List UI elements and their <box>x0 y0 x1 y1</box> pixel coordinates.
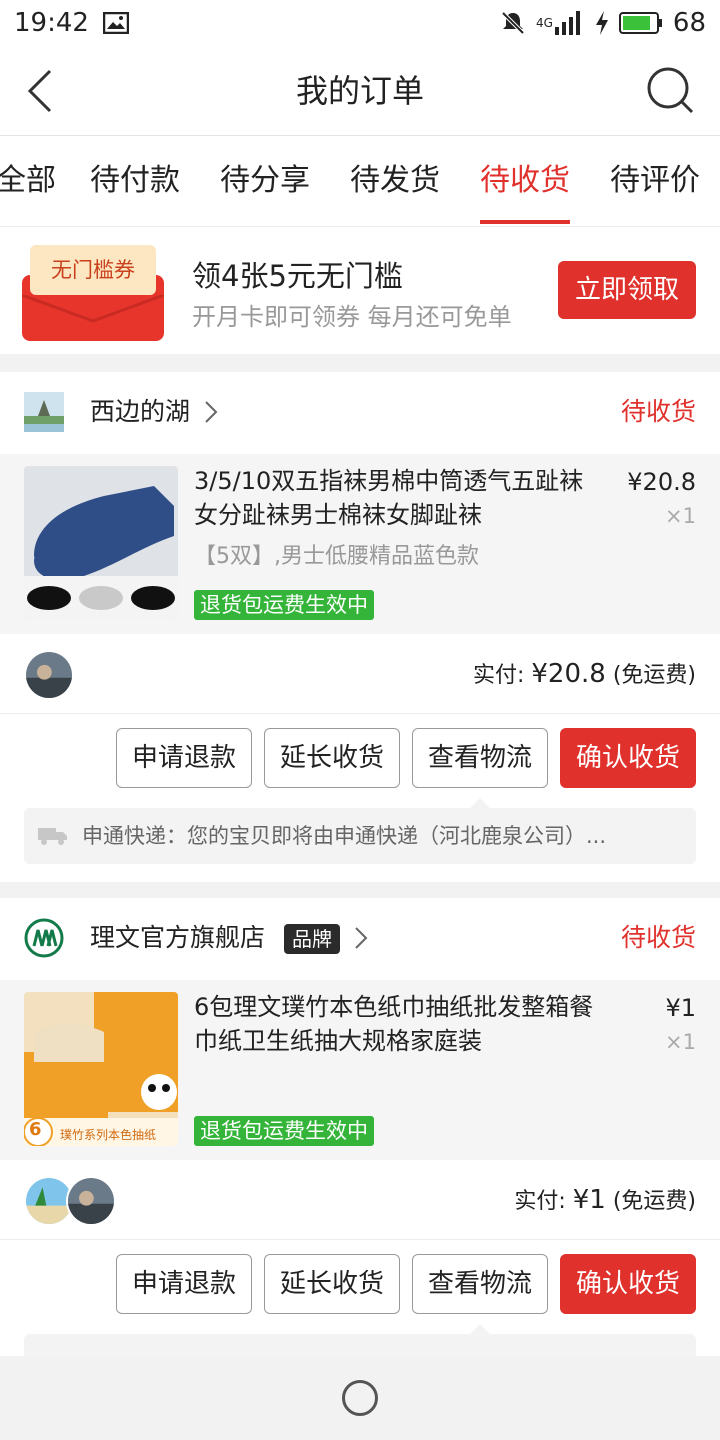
request-refund-button[interactable]: 申请退款 <box>116 1254 252 1314</box>
order-tabs: 全部 待付款 待分享 待发货 待收货 待评价 <box>0 136 720 226</box>
avatar <box>24 650 74 700</box>
paid-amount: 实付: ¥1 (免运费) <box>514 1185 696 1215</box>
coupon-subtitle: 开月卡即可领券 每月还可免单 <box>192 303 512 331</box>
shop-name: 理文官方旗舰店 <box>90 923 266 952</box>
order-actions: 申请退款 延长收货 查看物流 确认收货 <box>0 1240 720 1332</box>
mute-icon <box>501 11 525 35</box>
tab-pending-shipment[interactable]: 待发货 <box>350 136 440 226</box>
shop-row[interactable]: 西边的湖 待收货 <box>0 372 720 452</box>
tab-pending-share[interactable]: 待分享 <box>220 136 310 226</box>
order-item[interactable]: 3/5/10双五指袜男棉中筒透气五趾袜女分趾袜男士棉袜女脚趾袜 【5双】,男士低… <box>0 454 720 634</box>
view-logistics-button[interactable]: 查看物流 <box>412 728 548 788</box>
home-button-icon[interactable] <box>342 1380 378 1416</box>
extend-receipt-button[interactable]: 延长收货 <box>264 1254 400 1314</box>
view-logistics-button[interactable]: 查看物流 <box>412 1254 548 1314</box>
return-shipping-badge: 退货包运费生效中 <box>194 590 374 620</box>
shop-name: 西边的湖 <box>90 397 191 426</box>
shop-logo <box>24 392 64 432</box>
payment-row: 实付: ¥20.8 (免运费) <box>0 634 720 714</box>
product-price: ¥20.8 <box>627 468 696 496</box>
system-nav-bar <box>0 1356 720 1440</box>
thumbnail-count: 6 <box>29 1119 42 1140</box>
coupon-banner: 无门槛券 领4张5元无门槛 开月卡即可领券 每月还可免单 立即领取 <box>0 226 720 354</box>
product-spec: 【5双】,男士低腰精品蓝色款 <box>194 544 479 569</box>
product-title: 3/5/10双五指袜男棉中筒透气五趾袜女分趾袜男士棉袜女脚趾袜 <box>194 467 584 529</box>
truck-icon <box>38 828 67 845</box>
product-price: ¥1 <box>665 994 696 1022</box>
avatar <box>66 1176 116 1226</box>
logistics-text: 申通快递：您的宝贝即将由申通快递（河北鹿泉公司）... <box>82 824 607 848</box>
red-envelope-icon: 无门槛券 <box>22 245 164 341</box>
chevron-right-icon <box>355 927 368 949</box>
search-icon[interactable] <box>646 66 696 116</box>
product-quantity: ×1 <box>665 1030 696 1054</box>
battery-icon <box>618 12 662 34</box>
return-shipping-badge: 退货包运费生效中 <box>194 1116 374 1146</box>
order-status: 待收货 <box>620 397 696 426</box>
claim-coupon-button[interactable]: 立即领取 <box>558 261 696 319</box>
product-title: 6包理文璞竹本色纸巾抽纸批发整箱餐巾纸卫生纸抽大规格家庭装 <box>194 993 594 1055</box>
order-card: 理文官方旗舰店 品牌 待收货 6 璞竹系列本色抽纸 6包理文璞竹本色纸巾抽纸批发… <box>0 898 720 1356</box>
paid-amount: 实付: ¥20.8 (免运费) <box>472 659 696 689</box>
order-status: 待收货 <box>620 923 696 952</box>
confirm-receipt-button[interactable]: 确认收货 <box>560 1254 696 1314</box>
tab-all[interactable]: 全部 <box>0 136 56 226</box>
product-quantity: ×1 <box>665 504 696 528</box>
product-thumbnail: 6 璞竹系列本色抽纸 <box>24 992 178 1146</box>
logistics-info[interactable]: 申通快递：您的宝贝即将由申通快递（河北鹿泉公司）... <box>24 798 696 864</box>
chevron-right-icon <box>205 401 218 423</box>
status-time: 19:42 <box>14 8 89 38</box>
brand-badge: 品牌 <box>284 924 340 954</box>
request-refund-button[interactable]: 申请退款 <box>116 728 252 788</box>
status-bar: 19:42 4G 68 <box>0 0 720 46</box>
shop-logo <box>24 918 64 958</box>
battery-level: 68 <box>672 8 706 38</box>
network-type: 4G <box>535 16 553 30</box>
extend-receipt-button[interactable]: 延长收货 <box>264 728 400 788</box>
payment-row: 实付: ¥1 (免运费) <box>0 1160 720 1240</box>
order-card: 西边的湖 待收货 3/5/10双五指袜男棉中筒透气五趾袜女分趾袜男士棉袜女脚趾袜… <box>0 372 720 882</box>
coupon-headline: 领4张5元无门槛 <box>192 259 403 293</box>
signal-icon <box>554 11 580 35</box>
thumbnail-caption: 璞竹系列本色抽纸 <box>60 1128 157 1142</box>
order-item[interactable]: 6 璞竹系列本色抽纸 6包理文璞竹本色纸巾抽纸批发整箱餐巾纸卫生纸抽大规格家庭装… <box>0 980 720 1160</box>
logistics-info[interactable] <box>24 1324 696 1356</box>
coupon-tag: 无门槛券 <box>30 245 156 295</box>
image-icon <box>102 12 129 34</box>
tab-pending-review[interactable]: 待评价 <box>610 136 700 226</box>
charging-icon <box>595 11 608 35</box>
shop-row[interactable]: 理文官方旗舰店 品牌 待收货 <box>0 898 720 978</box>
active-tab-underline <box>480 220 570 224</box>
order-actions: 申请退款 延长收货 查看物流 确认收货 <box>0 714 720 806</box>
page-title: 我的订单 <box>295 72 424 110</box>
product-thumbnail <box>24 466 178 620</box>
nav-bar: 我的订单 <box>0 46 720 136</box>
tab-pending-receipt[interactable]: 待收货 <box>480 136 570 226</box>
confirm-receipt-button[interactable]: 确认收货 <box>560 728 696 788</box>
tab-pending-payment[interactable]: 待付款 <box>90 136 180 226</box>
